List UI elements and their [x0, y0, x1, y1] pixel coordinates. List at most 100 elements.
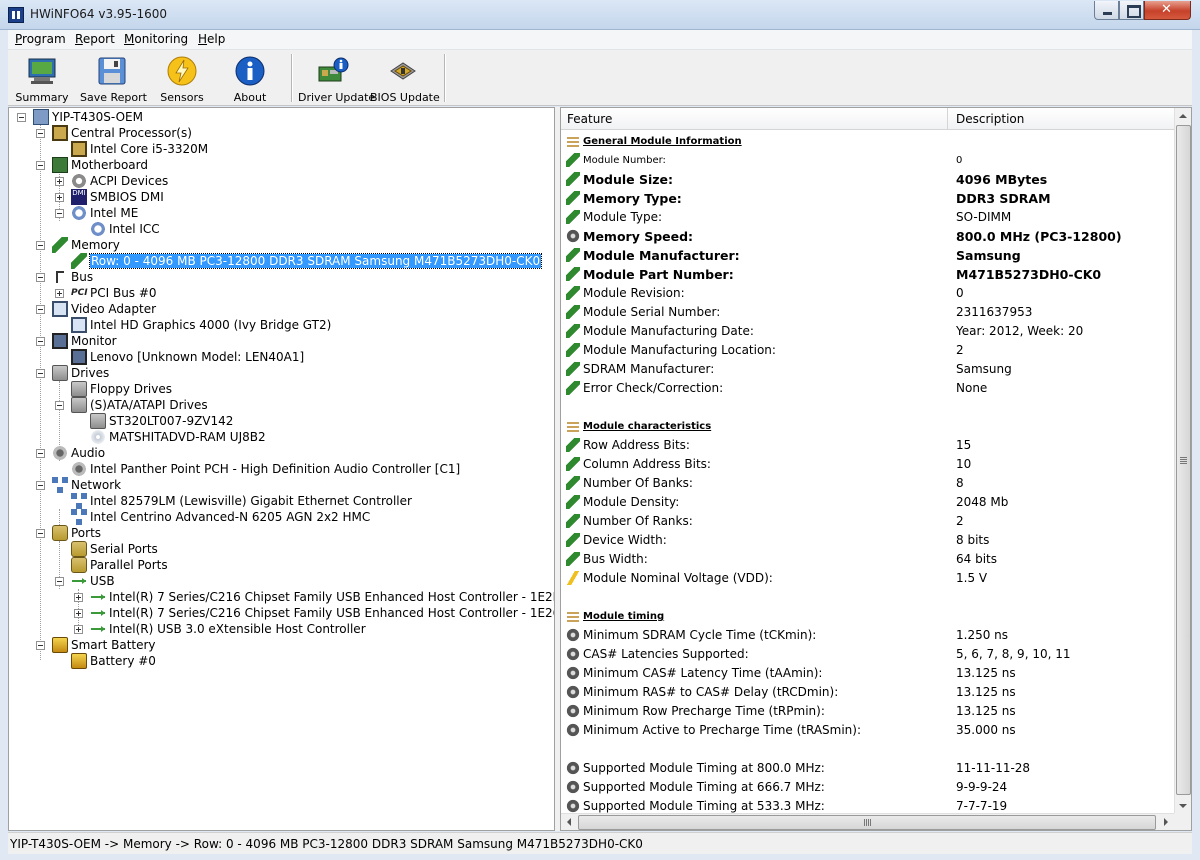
bios-update-button[interactable]: BIOS Update	[370, 50, 440, 106]
tree-collapse-toggle[interactable]	[36, 529, 45, 538]
tree-item-central-processors[interactable]: Central Processor(s)	[52, 125, 192, 141]
tree-collapse-toggle[interactable]	[36, 241, 45, 250]
tree-expand-toggle[interactable]	[55, 289, 64, 298]
tree-item-intel-icc[interactable]: Intel ICC	[90, 221, 160, 237]
tree-item-dvd[interactable]: MATSHITADVD-RAM UJ8B2	[90, 429, 266, 445]
tree-item-cpu[interactable]: Intel Core i5-3320M	[71, 141, 208, 157]
property-row[interactable]: Memory Type: DDR3 SDRAM	[561, 189, 1175, 208]
property-row[interactable]: Module Density: 2048 Mb	[561, 493, 1175, 512]
tree-collapse-toggle[interactable]	[36, 161, 45, 170]
tree-collapse-toggle[interactable]	[36, 273, 45, 282]
tree-item-usb-controller-1e26[interactable]: Intel(R) 7 Series/C216 Chipset Family US…	[90, 605, 554, 621]
section-header[interactable]: Module timing	[561, 607, 1175, 626]
property-row[interactable]: Number Of Banks: 8	[561, 474, 1175, 493]
tree-item-parallel-ports[interactable]: Parallel Ports	[71, 557, 168, 573]
tree-item-floppy-drives[interactable]: Floppy Drives	[71, 381, 172, 397]
horizontal-scrollbar[interactable]	[561, 813, 1174, 830]
tree-item-usb[interactable]: USB	[71, 573, 115, 589]
property-row[interactable]: Memory Speed: 800.0 MHz (PC3-12800)	[561, 227, 1175, 246]
feature-list[interactable]: Feature Description General Module Infor…	[560, 107, 1192, 831]
property-row[interactable]: Minimum Row Precharge Time (tRPmin): 13.1…	[561, 702, 1175, 721]
hwinfo-app-icon[interactable]	[8, 7, 24, 23]
property-row[interactable]: Minimum RAS# to CAS# Delay (tRCDmin): 13.…	[561, 683, 1175, 702]
sensors-button[interactable]: Sensors	[154, 50, 210, 106]
property-row[interactable]: Error Check/Correction: None	[561, 379, 1175, 398]
property-row[interactable]: Module Part Number: M471B5273DH0-CK0	[561, 265, 1175, 284]
tree-item-lenovo-monitor[interactable]: Lenovo [Unknown Model: LEN40A1]	[71, 349, 304, 365]
tree-expand-toggle[interactable]	[74, 625, 83, 634]
tree-collapse-toggle[interactable]	[36, 369, 45, 378]
property-row[interactable]: Module Nominal Voltage (VDD): 1.5 V	[561, 569, 1175, 588]
tree-item-memory-row-0[interactable]: Row: 0 - 4096 MB PC3-12800 DDR3 SDRAM Sa…	[71, 253, 543, 269]
device-tree[interactable]: YIP-T430S-OEM Central Processor(s) Intel…	[8, 107, 555, 831]
tree-item-gpu[interactable]: Intel HD Graphics 4000 (Ivy Bridge GT2)	[71, 317, 331, 333]
tree-collapse-toggle[interactable]	[17, 113, 26, 122]
tree-item-smart-battery[interactable]: Smart Battery	[52, 637, 156, 653]
property-row[interactable]: Module Manufacturing Location: 2	[561, 341, 1175, 360]
tree-item-network[interactable]: Network	[52, 477, 121, 493]
tree-collapse-toggle[interactable]	[36, 641, 45, 650]
tree-collapse-toggle[interactable]	[55, 209, 64, 218]
tree-collapse-toggle[interactable]	[55, 401, 64, 410]
tree-item-drives[interactable]: Drives	[52, 365, 109, 381]
tree-item-bus[interactable]: Bus	[52, 269, 93, 285]
property-row[interactable]: Column Address Bits: 10	[561, 455, 1175, 474]
save-report-button[interactable]: Save Report	[80, 50, 147, 106]
column-header-description[interactable]: Description	[956, 112, 1024, 126]
tree-item-hdd[interactable]: ST320LT007-9ZV142	[90, 413, 233, 429]
property-row[interactable]: Device Width: 8 bits	[561, 531, 1175, 550]
menu-report[interactable]: Report	[75, 32, 115, 46]
property-row[interactable]: Bus Width: 64 bits	[561, 550, 1175, 569]
tree-item-usb-controller-1e2d[interactable]: Intel(R) 7 Series/C216 Chipset Family US…	[90, 589, 554, 605]
tree-collapse-toggle[interactable]	[55, 577, 64, 586]
property-row[interactable]: Supported Module Timing at 800.0 MHz: 11-…	[561, 759, 1175, 778]
vertical-scroll-thumb[interactable]	[1176, 125, 1191, 795]
about-button[interactable]: About	[222, 50, 278, 106]
property-row[interactable]: Supported Module Timing at 666.7 MHz: 9-9…	[561, 778, 1175, 797]
property-row[interactable]: Module Revision: 0	[561, 284, 1175, 303]
horizontal-scroll-thumb[interactable]	[578, 815, 1156, 830]
vertical-scrollbar[interactable]	[1174, 108, 1191, 813]
scroll-up-arrow-icon[interactable]	[1179, 114, 1187, 118]
property-row[interactable]: Minimum CAS# Latency Time (tAAmin): 13.12…	[561, 664, 1175, 683]
property-row[interactable]: Module Type: SO-DIMM	[561, 208, 1175, 227]
tree-item-acpi-devices[interactable]: ACPI Devices	[71, 173, 168, 189]
property-row[interactable]: Minimum SDRAM Cycle Time (tCKmin): 1.250 …	[561, 626, 1175, 645]
tree-item-ethernet[interactable]: Intel 82579LM (Lewisville) Gigabit Ether…	[71, 493, 412, 509]
menu-monitoring[interactable]: Monitoring	[124, 32, 188, 46]
tree-item-intel-me[interactable]: Intel ME	[71, 205, 138, 221]
tree-item-wifi[interactable]: Intel Centrino Advanced-N 6205 AGN 2x2 H…	[71, 509, 370, 525]
tree-item-motherboard[interactable]: Motherboard	[52, 157, 148, 173]
summary-button[interactable]: Summary	[14, 50, 70, 106]
maximize-button[interactable]	[1119, 1, 1144, 20]
tree-item-sata-drives[interactable]: (S)ATA/ATAPI Drives	[71, 397, 208, 413]
column-header-feature[interactable]: Feature	[567, 112, 612, 126]
tree-item-battery-0[interactable]: Battery #0	[71, 653, 156, 669]
tree-item-audio[interactable]: Audio	[52, 445, 105, 461]
scroll-left-arrow-icon[interactable]	[567, 818, 571, 826]
property-row[interactable]: Module Manufacturing Date: Year: 2012, We…	[561, 322, 1175, 341]
property-row[interactable]: Number Of Ranks: 2	[561, 512, 1175, 531]
menu-help[interactable]: Help	[198, 32, 225, 46]
tree-item-usb3-controller[interactable]: Intel(R) USB 3.0 eXtensible Host Control…	[90, 621, 366, 637]
tree-expand-toggle[interactable]	[55, 177, 64, 186]
tree-expand-toggle[interactable]	[74, 593, 83, 602]
property-row[interactable]: Module Serial Number: 2311637953	[561, 303, 1175, 322]
column-divider[interactable]	[947, 108, 948, 130]
tree-collapse-toggle[interactable]	[36, 337, 45, 346]
property-row[interactable]: Module Size: 4096 MBytes	[561, 170, 1175, 189]
driver-update-button[interactable]: Driver Update	[298, 50, 375, 106]
property-row[interactable]: Module Manufacturer: Samsung	[561, 246, 1175, 265]
tree-collapse-toggle[interactable]	[36, 449, 45, 458]
close-button[interactable]	[1144, 1, 1191, 20]
property-row[interactable]: SDRAM Manufacturer: Samsung	[561, 360, 1175, 379]
tree-root[interactable]: YIP-T430S-OEM	[33, 109, 143, 125]
tree-expand-toggle[interactable]	[55, 193, 64, 202]
tree-item-monitor[interactable]: Monitor	[52, 333, 117, 349]
scroll-right-arrow-icon[interactable]	[1164, 818, 1168, 826]
tree-collapse-toggle[interactable]	[36, 481, 45, 490]
minimize-button[interactable]	[1094, 1, 1119, 20]
menu-program[interactable]: Program	[15, 32, 66, 46]
tree-collapse-toggle[interactable]	[36, 129, 45, 138]
property-row[interactable]: Module Number: 0	[561, 151, 1175, 170]
